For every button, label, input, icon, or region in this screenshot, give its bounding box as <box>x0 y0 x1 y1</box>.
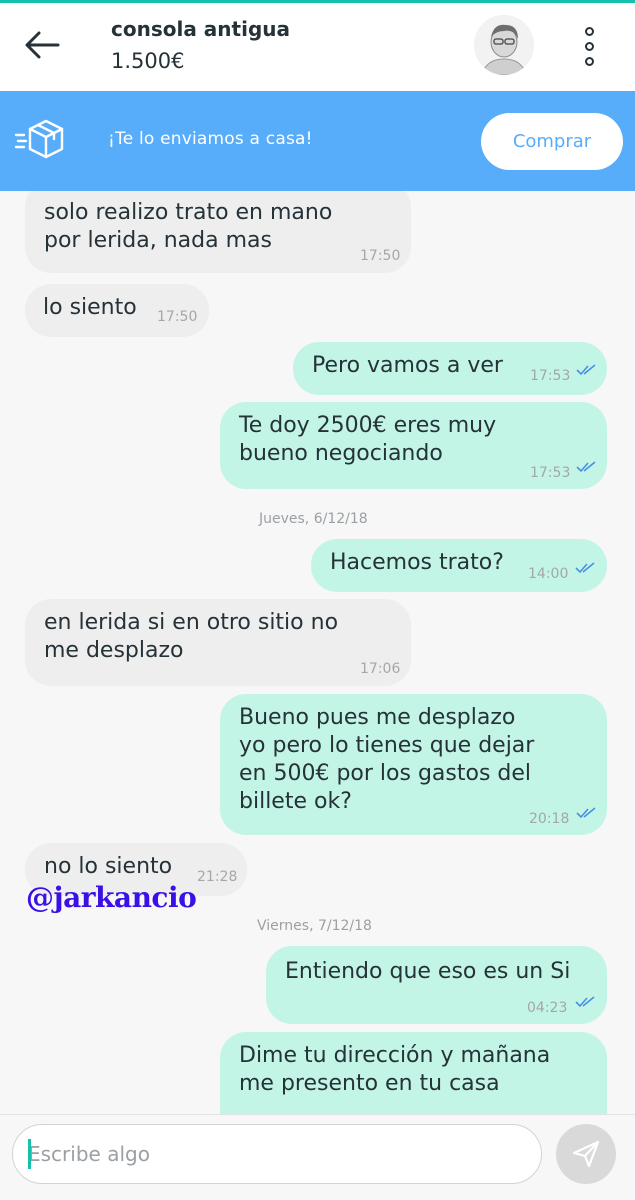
more-options-button[interactable] <box>574 23 604 73</box>
shipping-banner: ¡Te lo enviamos a casa! Comprar <box>0 91 635 191</box>
item-price: 1.500€ <box>111 49 185 73</box>
message-bubble-outgoing[interactable]: Entiendo que eso es un Si 04:23 <box>266 946 607 1024</box>
message-text: lo siento <box>43 295 137 320</box>
chat-header: consola antigua 1.500€ <box>0 3 635 91</box>
send-button[interactable] <box>556 1124 616 1184</box>
read-ticks-icon <box>576 461 596 473</box>
date-separator: Jueves, 6/12/18 <box>259 511 368 527</box>
date-separator: Viernes, 7/12/18 <box>257 918 372 934</box>
message-bubble-incoming[interactable]: solo realizo trato en mano por lerida, n… <box>25 191 411 273</box>
message-bubble-outgoing[interactable]: Hacemos trato? 14:00 <box>311 539 607 592</box>
message-time: 14:00 <box>528 566 569 582</box>
message-time: 17:53 <box>530 465 571 481</box>
message-time: 20:18 <box>529 811 570 827</box>
message-time: 17:06 <box>360 661 401 677</box>
message-time: 04:23 <box>527 1000 568 1016</box>
message-bubble-outgoing[interactable]: Te doy 2500€ eres muy bueno negociando 1… <box>220 402 607 489</box>
message-text: Entiendo que eso es un Si <box>285 959 571 984</box>
back-button[interactable] <box>22 25 62 65</box>
buy-button[interactable]: Comprar <box>481 113 623 170</box>
message-composer <box>0 1114 635 1200</box>
text-cursor <box>28 1139 31 1169</box>
menu-dot <box>584 42 594 51</box>
read-ticks-icon <box>575 562 595 574</box>
avatar-image <box>474 15 534 75</box>
message-bubble-incoming[interactable]: en lerida si en otro sitio no me desplaz… <box>25 599 411 686</box>
message-bubble-outgoing[interactable]: Dime tu dirección y mañana me presento e… <box>220 1032 607 1114</box>
message-input[interactable] <box>12 1124 542 1184</box>
menu-dot <box>584 57 594 66</box>
message-text: Bueno pues me desplazo yo pero lo tienes… <box>239 705 535 814</box>
watermark-text: @jarkancio <box>26 881 197 914</box>
read-ticks-icon <box>576 364 596 376</box>
message-text: Te doy 2500€ eres muy bueno negociando <box>239 413 497 466</box>
box-delivery-icon <box>14 119 64 159</box>
message-time: 17:50 <box>157 309 198 325</box>
message-text: solo realizo trato en mano por lerida, n… <box>44 200 333 253</box>
read-ticks-icon <box>575 996 595 1008</box>
item-title[interactable]: consola antigua <box>111 17 290 41</box>
message-time: 21:28 <box>197 869 238 885</box>
banner-text: ¡Te lo enviamos a casa! <box>108 129 313 149</box>
chat-message-list[interactable]: solo realizo trato en mano por lerida, n… <box>0 191 635 1114</box>
menu-dot <box>584 27 594 36</box>
message-text: Dime tu dirección y mañana me presento e… <box>239 1043 551 1096</box>
message-text: Hacemos trato? <box>330 550 504 575</box>
message-text: Pero vamos a ver <box>312 353 503 378</box>
arrow-left-icon <box>25 31 60 59</box>
message-bubble-outgoing[interactable]: Pero vamos a ver 17:53 <box>293 342 607 395</box>
message-text: en lerida si en otro sitio no me desplaz… <box>44 610 339 663</box>
message-time: 17:53 <box>530 368 571 384</box>
seller-avatar[interactable] <box>474 15 534 75</box>
send-icon <box>572 1140 600 1168</box>
message-bubble-incoming[interactable]: lo siento 17:50 <box>25 284 209 337</box>
read-ticks-icon <box>576 807 596 819</box>
message-bubble-outgoing[interactable]: Bueno pues me desplazo yo pero lo tienes… <box>220 694 607 835</box>
message-time: 17:50 <box>360 248 401 264</box>
message-text: no lo siento <box>44 854 173 879</box>
